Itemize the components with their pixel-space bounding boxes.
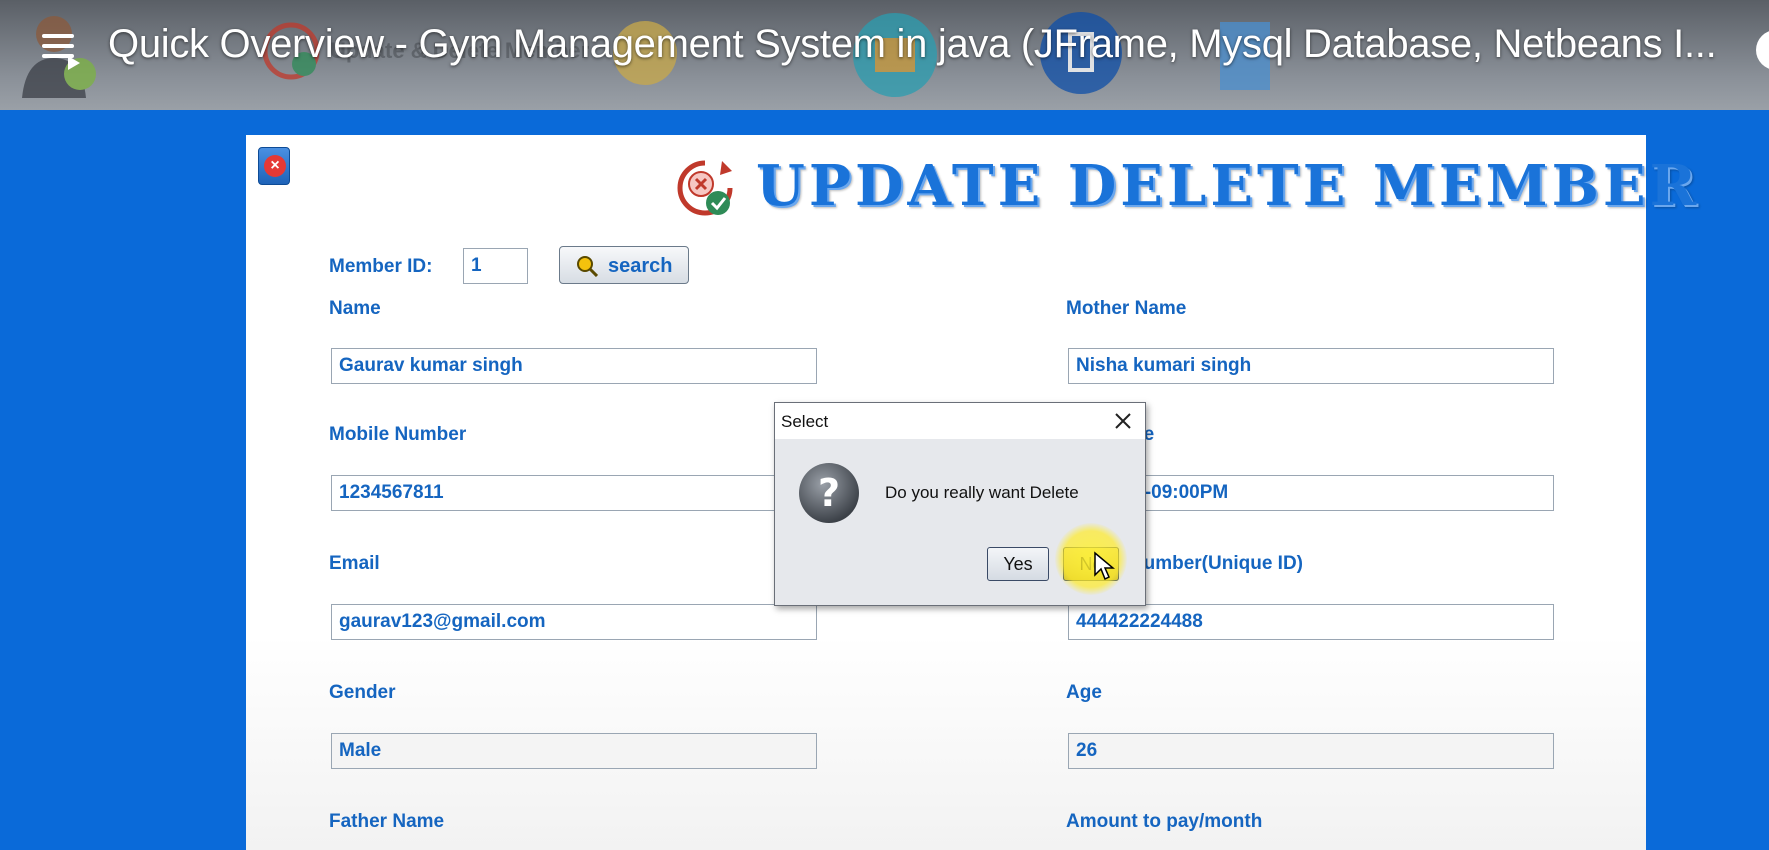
mobile-input[interactable]: 1234567811: [331, 475, 817, 511]
amount-label: Amount to pay/month: [1066, 811, 1263, 832]
update-delete-icon: [677, 160, 733, 216]
question-icon: ?: [799, 463, 859, 523]
video-title[interactable]: Quick Overview - Gym Management System i…: [108, 22, 1717, 67]
close-icon: ×: [264, 155, 286, 177]
aadhar-input[interactable]: 444422224488: [1068, 604, 1554, 640]
cursor-highlight: [1055, 523, 1127, 595]
aadhar-label: number(Unique ID): [1132, 553, 1303, 574]
gender-label: Gender: [329, 682, 396, 703]
name-input[interactable]: Gaurav kumar singh: [331, 348, 817, 384]
dialog-close-icon[interactable]: [1111, 409, 1135, 433]
play-icon: [68, 56, 80, 70]
member-id-label: Member ID:: [329, 256, 433, 277]
search-label: search: [608, 255, 673, 277]
dialog-titlebar: Select: [775, 403, 1145, 439]
email-input[interactable]: gaurav123@gmail.com: [331, 604, 817, 640]
name-label: Name: [329, 298, 381, 319]
mouse-cursor-icon: [1094, 551, 1115, 581]
close-button[interactable]: ×: [258, 147, 290, 185]
email-label: Email: [329, 553, 380, 574]
page-title: UPDATE DELETE MEMBER: [756, 153, 1701, 219]
age-label: Age: [1066, 682, 1102, 703]
mother-name-label: Mother Name: [1066, 298, 1187, 319]
svg-text:?: ?: [818, 471, 840, 515]
father-name-label: Father Name: [329, 811, 445, 832]
age-input[interactable]: 26: [1068, 733, 1554, 769]
dialog-title: Select: [781, 412, 829, 431]
member-id-input[interactable]: 1: [463, 248, 528, 284]
search-button[interactable]: search: [559, 246, 689, 284]
gender-select[interactable]: Male: [331, 733, 817, 769]
dialog-message: Do you really want Delete: [885, 483, 1079, 502]
mother-name-input[interactable]: Nisha kumari singh: [1068, 348, 1554, 384]
mobile-label: Mobile Number: [329, 424, 467, 445]
video-top-bar: Update & Delete Member Quick Overview - …: [0, 0, 1769, 110]
yes-button[interactable]: Yes: [987, 547, 1049, 581]
search-icon: [577, 256, 598, 277]
